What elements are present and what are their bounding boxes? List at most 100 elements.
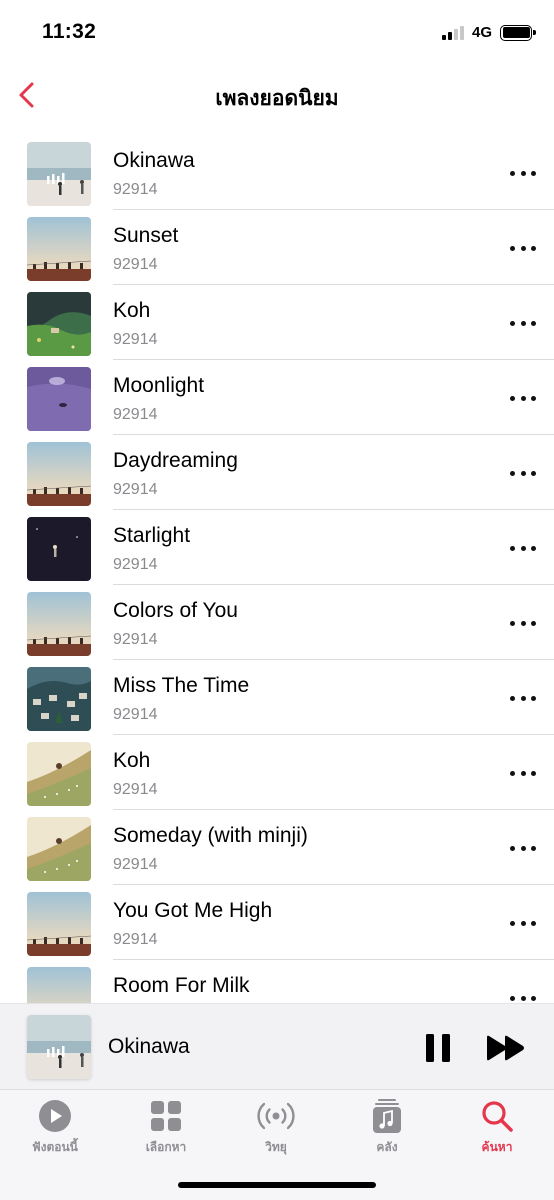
network-label: 4G [471,24,492,41]
tab-library[interactable]: คลัง [342,1098,432,1157]
search-icon [482,1101,513,1132]
song-artist: 92914 [113,481,158,498]
song-row[interactable]: Daydreaming 92914 [0,435,554,510]
album-artwork [27,367,91,431]
album-artwork [27,442,91,506]
nav-bar: เพลงยอดนิยม [0,62,554,128]
song-row[interactable]: Sunset 92914 [0,210,554,285]
album-artwork [27,292,91,356]
battery-icon [500,24,536,41]
song-row[interactable]: Miss The Time 92914 [0,660,554,735]
signal-icon [441,25,464,40]
song-artist: 92914 [113,406,158,423]
more-options-button[interactable] [510,913,536,933]
now-playing-title: Okinawa [108,1035,190,1058]
ellipsis-icon [510,920,515,926]
more-options-button[interactable] [510,238,536,258]
album-artwork [27,667,91,731]
song-row[interactable]: Colors of You 92914 [0,585,554,660]
song-title: You Got Me High [113,899,273,922]
song-title: Koh [113,749,151,772]
mini-player[interactable]: Okinawa [0,1003,554,1089]
ellipsis-icon [510,320,515,326]
tab-browse[interactable]: เลือกหา [121,1098,211,1157]
album-artwork [27,517,91,581]
radio-icon [257,1102,295,1130]
song-artist: 92914 [113,331,158,348]
song-row[interactable]: You Got Me High 92914 [0,885,554,960]
album-artwork [27,142,91,206]
tab-label: วิทยุ [265,1140,287,1154]
album-artwork [27,892,91,956]
status-time: 11:32 [42,20,97,43]
song-title: Starlight [113,524,191,547]
home-indicator [178,1182,376,1188]
song-row[interactable]: Koh 92914 [0,285,554,360]
song-row[interactable]: Someday (with minji) 92914 [0,810,554,885]
song-list: Okinawa 92914 Sunset 92914 Koh 92914 Moonlight… [0,135,554,1003]
tab-label: ค้นหา [481,1140,513,1154]
song-artist: 92914 [113,706,158,723]
song-artist: 92914 [113,556,158,573]
more-options-button[interactable] [510,613,536,633]
song-title: Room For Milk [113,974,250,997]
album-artwork [27,967,91,1003]
song-title: Sunset [113,224,179,247]
ellipsis-icon [510,845,515,851]
song-artist: 92914 [113,181,158,198]
next-track-button[interactable] [485,1035,527,1061]
tab-radio[interactable]: วิทยุ [231,1098,321,1157]
album-artwork [27,592,91,656]
music-library-icon [373,1099,401,1133]
more-options-button[interactable] [510,688,536,708]
ellipsis-icon [510,170,515,176]
ellipsis-icon [510,995,515,1001]
song-title: Moonlight [113,374,205,397]
more-options-button[interactable] [510,463,536,483]
status-bar: 11:32 4G [0,0,554,62]
more-options-button[interactable] [510,313,536,333]
song-title: Miss The Time [113,674,250,697]
fast-forward-icon [487,1035,524,1061]
song-artist: 92914 [113,781,158,798]
song-title: Daydreaming [113,449,238,472]
now-playing-artwork [27,1015,91,1079]
ellipsis-icon [510,695,515,701]
pause-icon [426,1034,434,1062]
song-artist: 92914 [113,856,158,873]
more-options-button[interactable] [510,763,536,783]
album-artwork [27,217,91,281]
song-row[interactable]: Starlight 92914 [0,510,554,585]
more-options-button[interactable] [510,988,536,1003]
more-options-button[interactable] [510,388,536,408]
song-artist: 92914 [113,631,158,648]
song-artist: 92914 [113,256,158,273]
more-options-button[interactable] [510,538,536,558]
ellipsis-icon [510,620,515,626]
album-artwork [27,817,91,881]
tab-label: คลัง [376,1140,398,1154]
song-row[interactable]: Okinawa 92914 [0,135,554,210]
tab-listen-now[interactable]: ฟังตอนนี้ [10,1098,100,1157]
status-indicators: 4G [441,24,536,41]
page-title: เพลงยอดนิยม [215,87,339,110]
play-circle-icon [39,1100,71,1132]
song-row[interactable]: Moonlight 92914 [0,360,554,435]
ellipsis-icon [510,395,515,401]
tab-label: ฟังตอนนี้ [32,1140,78,1154]
tab-search[interactable]: ค้นหา [452,1098,542,1157]
song-row[interactable]: Room For Milk [0,960,554,1003]
more-options-button[interactable] [510,163,536,183]
ellipsis-icon [510,770,515,776]
album-artwork [27,742,91,806]
song-title: Someday (with minji) [113,824,308,847]
song-title: Okinawa [113,149,195,172]
song-row[interactable]: Koh 92914 [0,735,554,810]
pause-button[interactable] [426,1034,450,1062]
more-options-button[interactable] [510,838,536,858]
ellipsis-icon [510,545,515,551]
tab-label: เลือกหา [145,1140,187,1154]
song-title: Colors of You [113,599,238,622]
song-artist: 92914 [113,931,158,948]
ellipsis-icon [510,470,515,476]
